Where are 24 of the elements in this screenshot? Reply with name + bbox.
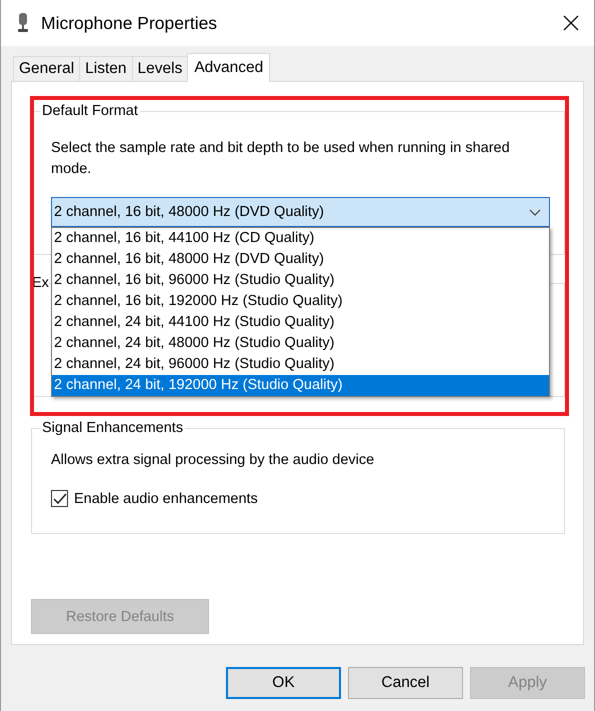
dialog-button[interactable]: OK	[226, 667, 341, 699]
chevron-icon	[529, 208, 541, 216]
dropdown-option[interactable]: 2 channel, 16 bit, 192000 Hz (Studio Quality)	[52, 291, 549, 312]
group-title: Signal Enhancements	[41, 420, 184, 436]
dropdown-option[interactable]: 2 channel, 24 bit, 192000 Hz (Studio Quality)	[52, 375, 549, 396]
format-dropdown[interactable]: 2 channel, 16 bit, 48000 Hz (DVD Quality)	[51, 197, 550, 227]
description-text: Select the sample rate and bit depth to be used when running in shared mode.	[51, 139, 511, 179]
dialog-button[interactable]: Cancel	[348, 667, 463, 699]
tab[interactable]: General	[13, 56, 80, 81]
group-title: Default Format	[41, 103, 139, 119]
close-icon	[563, 15, 579, 31]
checkbox[interactable]	[51, 490, 68, 507]
dropdown-option[interactable]: 2 channel, 16 bit, 44100 Hz (CD Quality)	[52, 228, 549, 249]
checkmark-icon	[52, 492, 66, 504]
microphone-icon	[17, 13, 29, 33]
dropdown-option[interactable]: 2 channel, 16 bit, 96000 Hz (Studio Quality)	[52, 270, 549, 291]
description-text: Allows extra signal processing by the audio device	[51, 452, 376, 468]
window-title: Microphone Properties	[41, 12, 218, 34]
dropdown-option[interactable]: 2 channel, 24 bit, 44100 Hz (Studio Quality)	[52, 312, 549, 333]
dropdown-option[interactable]: 2 channel, 24 bit, 48000 Hz (Studio Quality)	[52, 333, 549, 354]
tab[interactable]: Advanced	[187, 53, 270, 82]
dropdown-option[interactable]: 2 channel, 24 bit, 96000 Hz (Studio Quality)	[52, 354, 549, 375]
checkbox-label: Enable audio enhancements	[74, 490, 258, 506]
dropdown-option[interactable]: 2 channel, 16 bit, 48000 Hz (DVD Quality)	[52, 249, 549, 270]
